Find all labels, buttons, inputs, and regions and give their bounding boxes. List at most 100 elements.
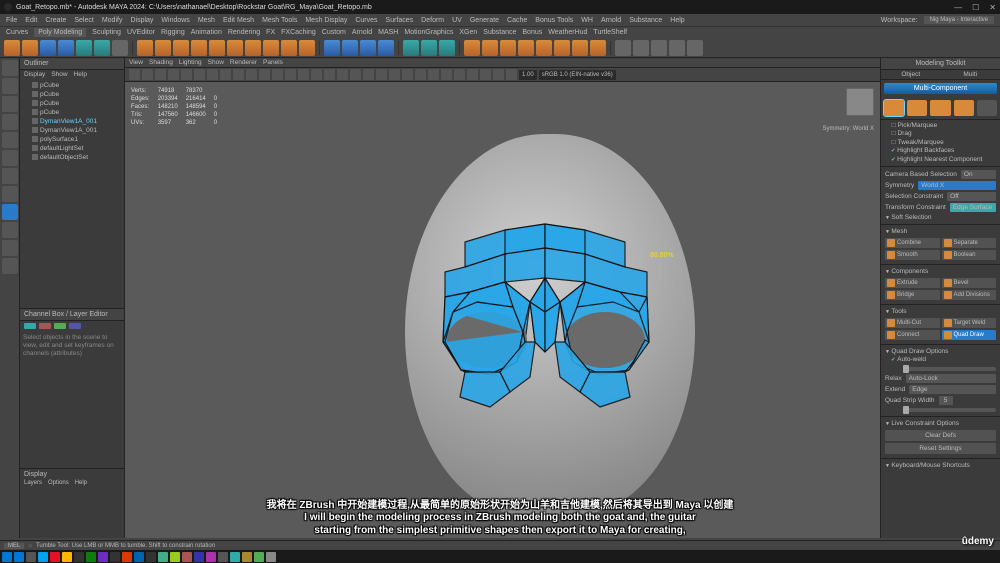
viewport-tool-icon[interactable]	[428, 69, 439, 80]
viewport[interactable]: Verts:7491878370Edges:2033942164140Faces…	[125, 82, 880, 538]
viewport-tool-icon[interactable]	[415, 69, 426, 80]
viewport-tool-icon[interactable]	[493, 69, 504, 80]
toolbox-button[interactable]	[2, 78, 18, 94]
edge-mode-icon[interactable]	[907, 100, 927, 116]
menu-item[interactable]: Edit Mesh	[223, 17, 254, 24]
taskbar-app-icon[interactable]	[74, 552, 84, 562]
outliner-item[interactable]: DymanView1A_001	[24, 117, 122, 126]
viewport-tool-icon[interactable]	[207, 69, 218, 80]
taskbar-app-icon[interactable]	[98, 552, 108, 562]
components-section-header[interactable]: Components	[885, 267, 996, 276]
taskbar-app-icon[interactable]	[50, 552, 60, 562]
highlight-backfaces-check[interactable]: Highlight Backfaces	[885, 147, 996, 155]
shelf-icon[interactable]	[651, 40, 667, 56]
face-mode-icon[interactable]	[930, 100, 950, 116]
shelf-icon[interactable]	[518, 40, 534, 56]
auto-weld-slider[interactable]	[903, 367, 996, 371]
taskbar-app-icon[interactable]	[230, 552, 240, 562]
viewport-menu-item[interactable]: Lighting	[179, 59, 202, 66]
outliner-item[interactable]: DymanView1A_001	[24, 126, 122, 135]
menu-item[interactable]: Curves	[355, 17, 377, 24]
menu-item[interactable]: Generate	[470, 17, 499, 24]
toolkit-button[interactable]: Quad Draw	[942, 330, 997, 340]
shelf-icon[interactable]	[342, 40, 358, 56]
outliner-menu-show[interactable]: Show	[51, 71, 67, 78]
shelf-icon[interactable]	[500, 40, 516, 56]
viewport-tool-icon[interactable]	[246, 69, 257, 80]
menu-item[interactable]: Substance	[629, 17, 662, 24]
shelf-icon[interactable]	[360, 40, 376, 56]
menu-item[interactable]: Mesh Display	[305, 17, 347, 24]
taskbar-app-icon[interactable]	[86, 552, 96, 562]
menu-item[interactable]: Create	[45, 17, 66, 24]
shelf-icon[interactable]	[263, 40, 279, 56]
auto-weld-check[interactable]: Auto-weld	[885, 356, 996, 364]
outliner-item[interactable]: pCube	[24, 81, 122, 90]
maximize-button[interactable]: ☐	[972, 3, 979, 12]
shelf-icon[interactable]	[137, 40, 153, 56]
mel-label[interactable]: MEL	[4, 543, 24, 549]
shelf-icon[interactable]	[245, 40, 261, 56]
viewport-tool-icon[interactable]	[480, 69, 491, 80]
viewport-tool-icon[interactable]	[324, 69, 335, 80]
taskbar-app-icon[interactable]	[206, 552, 216, 562]
camera-sel-dropdown[interactable]: On	[961, 170, 996, 179]
viewport-tool-icon[interactable]	[402, 69, 413, 80]
object-mode-icon[interactable]	[977, 100, 997, 116]
shelf-icon[interactable]	[299, 40, 315, 56]
toolkit-button[interactable]: Target Weld	[942, 318, 997, 328]
menu-item[interactable]: Help	[670, 17, 684, 24]
menu-item[interactable]: Select	[74, 17, 93, 24]
shelf-icon[interactable]	[173, 40, 189, 56]
toolbox-button[interactable]	[2, 132, 18, 148]
symmetry-dropdown[interactable]: World X	[918, 181, 996, 190]
taskbar-app-icon[interactable]	[134, 552, 144, 562]
shelf-tab[interactable]: MASH	[378, 29, 398, 36]
toolkit-button[interactable]: Multi-Cut	[885, 318, 940, 328]
taskbar-app-icon[interactable]	[158, 552, 168, 562]
viewport-menu-item[interactable]: Show	[208, 59, 224, 66]
shelf-tab[interactable]: Animation	[191, 29, 222, 36]
taskbar-app-icon[interactable]	[242, 552, 252, 562]
toolbox-button[interactable]	[2, 168, 18, 184]
shelf-icon[interactable]	[191, 40, 207, 56]
menu-item[interactable]: Arnold	[601, 17, 621, 24]
toolkit-button[interactable]: Bevel	[942, 278, 997, 288]
menu-item[interactable]: Display	[130, 17, 153, 24]
shelf-icon[interactable]	[482, 40, 498, 56]
viewport-tool-icon[interactable]	[142, 69, 153, 80]
toolbox-button[interactable]	[2, 186, 18, 202]
outliner-tree[interactable]: pCubepCubepCubepCubeDymanView1A_001Dyman…	[20, 79, 124, 308]
viewport-tool-icon[interactable]	[272, 69, 283, 80]
tools-section-header[interactable]: Tools	[885, 307, 996, 316]
viewport-tool-icon[interactable]	[168, 69, 179, 80]
shelf-tab[interactable]: Poly Modeling	[34, 28, 86, 37]
menu-item[interactable]: Windows	[161, 17, 189, 24]
toolkit-button[interactable]: Separate	[942, 238, 997, 248]
menu-item[interactable]: Bonus Tools	[535, 17, 573, 24]
viewport-tool-icon[interactable]	[350, 69, 361, 80]
shelf-icon[interactable]	[421, 40, 437, 56]
minimize-button[interactable]: —	[954, 3, 962, 12]
viewport-tool-icon[interactable]	[181, 69, 192, 80]
channel-icon[interactable]	[69, 323, 81, 329]
menu-item[interactable]: Cache	[507, 17, 527, 24]
shelf-tab[interactable]: Bonus	[522, 29, 542, 36]
shelf-icon[interactable]	[324, 40, 340, 56]
toolkit-button[interactable]: Extrude	[885, 278, 940, 288]
drag-check[interactable]: Drag	[885, 130, 996, 138]
outliner-item[interactable]: pCube	[24, 90, 122, 99]
toolkit-tab-object[interactable]: Object	[881, 70, 941, 79]
viewport-tool-icon[interactable]	[220, 69, 231, 80]
viewport-tool-icon[interactable]	[337, 69, 348, 80]
menu-item[interactable]: Mesh	[198, 17, 215, 24]
viewport-tool-icon[interactable]	[454, 69, 465, 80]
toolkit-button[interactable]: Smooth	[885, 250, 940, 260]
taskbar-app-icon[interactable]	[110, 552, 120, 562]
tweak-marquee-check[interactable]: Tweak/Marquee	[885, 139, 996, 147]
pick-marquee-check[interactable]: Pick/Marquee	[885, 122, 996, 130]
channel-icon[interactable]	[24, 323, 36, 329]
color-space-field[interactable]: sRGB 1.0 (EIN-native v36)	[539, 70, 616, 80]
shelf-icon[interactable]	[4, 40, 20, 56]
shelf-icon[interactable]	[464, 40, 480, 56]
